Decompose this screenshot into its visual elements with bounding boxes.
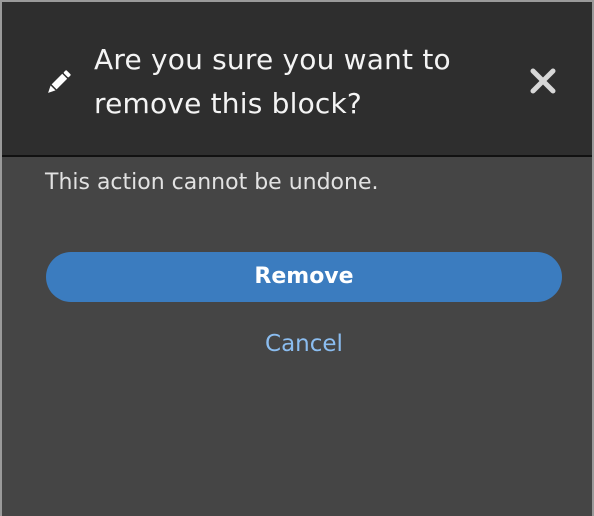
close-icon[interactable] (528, 66, 558, 96)
dialog-message: This action cannot be undone. (45, 170, 379, 195)
pencil-icon (48, 70, 71, 93)
remove-button[interactable]: Remove (46, 252, 562, 302)
dialog-title: Are you sure you want to remove this blo… (94, 43, 451, 120)
cancel-button[interactable]: Cancel (46, 325, 562, 363)
remove-block-dialog: Are you sure you want to remove this blo… (0, 0, 594, 516)
dialog-header: Are you sure you want to remove this blo… (2, 2, 592, 157)
